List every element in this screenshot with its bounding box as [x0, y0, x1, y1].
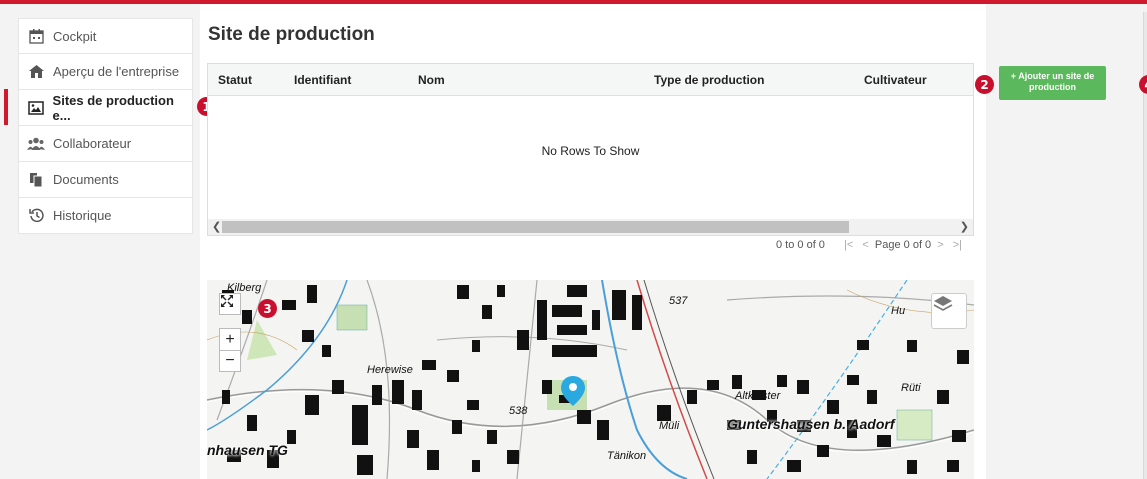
zoom-in-button[interactable]: +	[219, 328, 241, 350]
zoom-out-button[interactable]: −	[219, 350, 241, 372]
sidebar-item-label: Aperçu de l'entreprise	[53, 64, 180, 79]
map-label-altkloster: Altkloster	[735, 390, 781, 402]
last-page-icon[interactable]: >|	[953, 239, 962, 251]
history-icon	[27, 208, 45, 224]
page-title: Site de production	[208, 24, 375, 45]
map-label-hu: Hu	[891, 305, 906, 317]
sidebar-item-production-sites[interactable]: Sites de production e...	[18, 90, 193, 126]
grid-empty-message: No Rows To Show	[541, 144, 640, 158]
sidebar-item-label: Cockpit	[53, 28, 97, 44]
sidebar-item-documents[interactable]: Documents	[18, 162, 193, 198]
column-header-grower[interactable]: Cultivateur	[864, 73, 927, 87]
map-label-guntershausen: Guntershausen b. Aadorf	[727, 416, 895, 432]
first-page-icon[interactable]: |<	[844, 239, 853, 251]
sidebar-item-cockpit[interactable]: Cockpit	[18, 18, 193, 54]
sidebar-item-label: Collaborateur	[53, 136, 132, 151]
map-canvas	[207, 280, 974, 479]
prev-page-icon[interactable]: <	[862, 239, 868, 251]
pagination-page-text: Page 0 of 0	[874, 239, 932, 251]
scrollbar-thumb[interactable]	[222, 221, 849, 233]
map-label-road-537: 537	[669, 295, 688, 307]
map-label-muli: Müli	[659, 420, 680, 432]
farm-icon	[27, 64, 45, 80]
sidebar-item-label: Historique	[53, 208, 112, 223]
fullscreen-icon	[221, 295, 233, 307]
add-production-site-button[interactable]: + Ajouter un site de production	[999, 66, 1106, 100]
map-label-ruti: Rüti	[901, 382, 921, 394]
sidebar-item-label: Documents	[53, 172, 119, 187]
annotation-badge-2: 2	[975, 75, 994, 94]
layer-switcher-button[interactable]	[931, 293, 967, 329]
scroll-left-icon[interactable]: ❮	[212, 219, 221, 235]
grid-horizontal-scrollbar[interactable]: ❮ ❯	[208, 219, 973, 235]
map-label-herewise: Herewise	[367, 364, 413, 376]
sidebar-nav: Cockpit Aperçu de l'entreprise Sites de …	[18, 18, 193, 234]
scroll-right-icon[interactable]: ❯	[960, 219, 969, 235]
map-label-ettenhausen: nhausen TG	[207, 442, 288, 458]
layers-icon	[933, 296, 953, 311]
column-header-production-type[interactable]: Type de production	[654, 73, 764, 87]
grid-header: Statut Identifiant Nom Type de productio…	[208, 64, 973, 96]
sidebar-item-history[interactable]: Historique	[18, 198, 193, 234]
column-header-identifier[interactable]: Identifiant	[294, 73, 351, 87]
pagination-summary: 0 to 0 of 0	[776, 239, 825, 251]
fullscreen-button[interactable]	[219, 293, 241, 315]
documents-icon	[27, 172, 45, 188]
grid-pagination: 0 to 0 of 0 |< < Page 0 of 0 > >|	[776, 239, 965, 251]
users-icon	[27, 136, 45, 152]
sidebar-item-label: Sites de production e...	[52, 92, 174, 123]
next-page-icon[interactable]: >	[937, 239, 943, 251]
image-icon	[27, 100, 45, 116]
map-label-road-538: 538	[509, 405, 528, 417]
column-header-name[interactable]: Nom	[418, 73, 445, 87]
column-header-status[interactable]: Statut	[218, 73, 252, 87]
sidebar-item-collaborators[interactable]: Collaborateur	[18, 126, 193, 162]
map-view[interactable]: Kilberg Herewise 538 537 Altkloster Gunt…	[207, 280, 974, 479]
calendar-icon	[27, 28, 45, 44]
annotation-badge-3: 3	[258, 299, 277, 318]
active-indicator	[4, 89, 8, 125]
sidebar-item-company-overview[interactable]: Aperçu de l'entreprise	[18, 54, 193, 90]
production-sites-grid: Statut Identifiant Nom Type de productio…	[207, 63, 974, 236]
map-label-tanikon: Tänikon	[607, 450, 647, 462]
